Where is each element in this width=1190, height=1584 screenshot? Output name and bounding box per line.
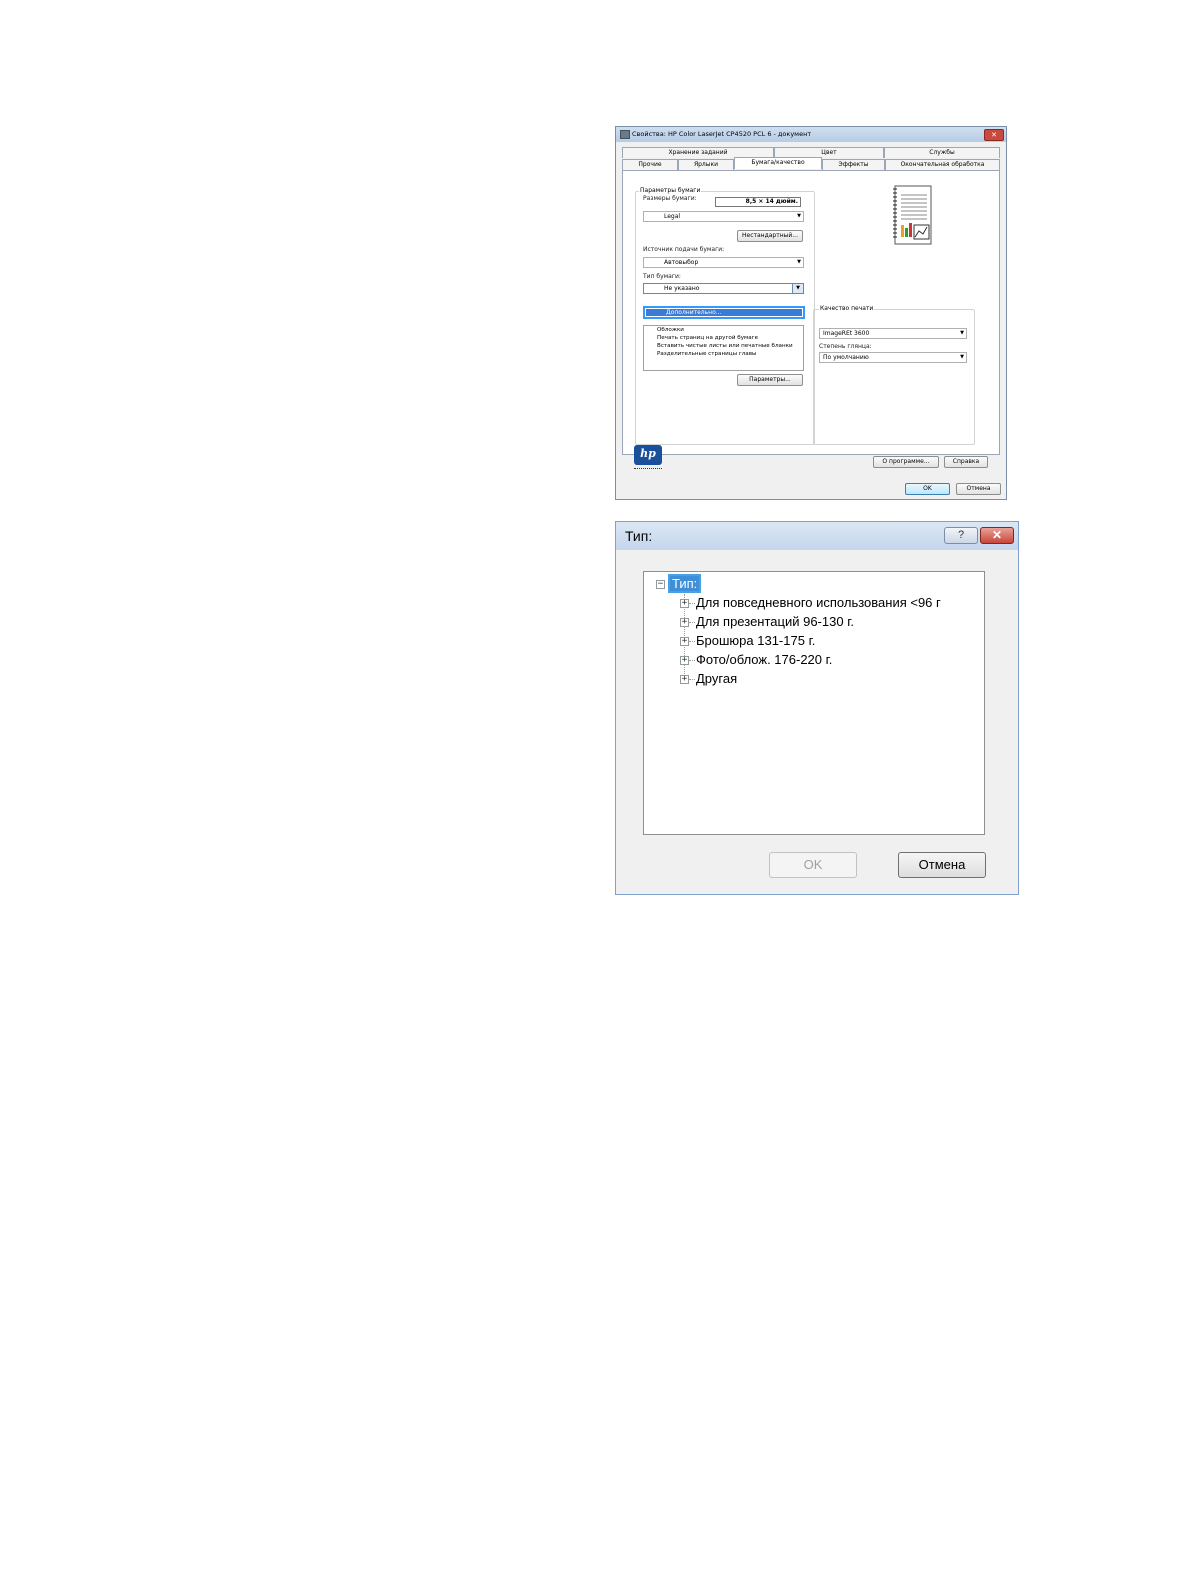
tab-shortcuts[interactable]: Ярлыки	[678, 159, 734, 170]
title-bar: Тип: ? ✕	[616, 522, 1018, 550]
paper-type-dialog: Тип: ? ✕ − Тип: + Для повседневного испо…	[615, 521, 1019, 895]
print-quality-legend: Качество печати	[819, 305, 875, 312]
question-icon: ?	[957, 529, 965, 541]
more-options-label: Дополнительно...	[646, 309, 802, 316]
list-item[interactable]: Разделительные страницы главы	[644, 350, 803, 358]
close-button[interactable]: ✕	[984, 129, 1004, 141]
tab-paper-quality[interactable]: Бумага/качество	[734, 157, 822, 169]
document-preview-icon	[893, 185, 932, 245]
list-item[interactable]: Вставить чистые листы или печатные бланк…	[644, 342, 803, 350]
paper-size-select[interactable]: Legal ▼	[643, 211, 804, 222]
gloss-select-value: По умолчанию	[823, 354, 869, 361]
settings-button[interactable]: Параметры...	[737, 374, 803, 386]
tab-row-front: Прочие Ярлыки Бумага/качество Эффекты Ок…	[622, 157, 1000, 170]
expand-icon[interactable]: +	[680, 637, 689, 646]
tree-item-everyday[interactable]: Для повседневного использования <96 г	[696, 594, 941, 612]
paper-size-value: 8,5 × 14 дюйм.	[715, 197, 801, 207]
cancel-button[interactable]: Отмена	[956, 483, 1001, 495]
more-options-item[interactable]: Дополнительно...	[643, 306, 805, 319]
paper-size-label: Размеры бумаги:	[643, 195, 697, 202]
tree-connector	[689, 603, 695, 604]
dialog-title: Тип:	[625, 528, 653, 544]
hp-logo: hp	[634, 445, 662, 465]
expand-icon[interactable]: +	[680, 599, 689, 608]
hp-logo-underline	[634, 468, 662, 471]
tab-other[interactable]: Прочие	[622, 159, 678, 170]
paper-source-select-value: Автовыбор	[664, 259, 699, 266]
ok-button[interactable]: OK	[769, 852, 857, 878]
print-quality-select[interactable]: ImageREt 3600 ▼	[819, 328, 967, 339]
special-pages-list: Обложки Печать страниц на другой бумаге …	[643, 325, 804, 371]
expand-icon[interactable]: +	[680, 675, 689, 684]
close-icon: ✕	[991, 528, 1003, 542]
list-item[interactable]: Печать страниц на другой бумаге	[644, 334, 803, 342]
paper-options-legend: Параметры бумаги	[639, 187, 702, 194]
tab-finishing[interactable]: Окончательная обработка	[885, 159, 1000, 170]
printer-icon	[620, 130, 630, 139]
gloss-select[interactable]: По умолчанию ▼	[819, 352, 967, 363]
paper-source-label: Источник подачи бумаги:	[643, 246, 725, 253]
paper-quality-panel: Параметры бумаги Размеры бумаги: 8,5 × 1…	[622, 170, 1000, 455]
tree-item-other[interactable]: Другая	[696, 670, 737, 688]
expand-icon[interactable]: +	[680, 618, 689, 627]
collapse-icon[interactable]: −	[656, 580, 665, 589]
print-quality-select-value: ImageREt 3600	[823, 330, 870, 337]
tree-connector	[689, 660, 695, 661]
paper-type-label: Тип бумаги:	[643, 273, 681, 280]
tree-item-photo-cover[interactable]: Фото/облож. 176-220 г.	[696, 651, 832, 669]
close-button[interactable]: ✕	[980, 527, 1014, 544]
printer-properties-dialog: Свойства: HP Color LaserJet CP4520 PCL 6…	[615, 126, 1007, 500]
dropdown-arrow-icon: ▼	[960, 354, 964, 360]
dropdown-arrow-icon: ▼	[797, 213, 801, 219]
paper-type-select[interactable]: Не указано ▼	[643, 283, 804, 294]
paper-type-select-value: Не указано	[664, 285, 700, 292]
title-bar: Свойства: HP Color LaserJet CP4520 PCL 6…	[616, 127, 1006, 142]
tree-item-presentation[interactable]: Для презентаций 96-130 г.	[696, 613, 854, 631]
paper-size-select-value: Legal	[664, 213, 681, 220]
help-button[interactable]: ?	[944, 527, 978, 544]
dropdown-arrow-icon: ▼	[797, 259, 801, 265]
help-button[interactable]: Справка	[944, 456, 988, 468]
dialog-title: Свойства: HP Color LaserJet CP4520 PCL 6…	[632, 130, 812, 138]
hp-logo-text: hp	[640, 447, 656, 460]
cancel-button[interactable]: Отмена	[898, 852, 986, 878]
list-item[interactable]: Обложки	[644, 326, 803, 334]
paper-type-tree: − Тип: + Для повседневного использования…	[643, 571, 985, 835]
tree-connector	[689, 679, 695, 680]
dropdown-arrow-icon: ▼	[960, 330, 964, 336]
dropdown-arrow-icon: ▼	[792, 284, 803, 293]
tree-root-label[interactable]: Тип:	[668, 574, 702, 593]
ok-button[interactable]: OK	[905, 483, 950, 495]
tree-item-brochure[interactable]: Брошюра 131-175 г.	[696, 632, 815, 650]
tree-connector	[689, 641, 695, 642]
custom-size-button[interactable]: Нестандартный...	[737, 230, 803, 242]
tab-services[interactable]: Службы	[884, 147, 1000, 158]
gloss-label: Степень глянца:	[819, 343, 872, 350]
tab-effects[interactable]: Эффекты	[822, 159, 885, 170]
about-button[interactable]: О программе...	[873, 456, 939, 468]
paper-source-select[interactable]: Автовыбор ▼	[643, 257, 804, 268]
expand-icon[interactable]: +	[680, 656, 689, 665]
tree-connector	[689, 622, 695, 623]
